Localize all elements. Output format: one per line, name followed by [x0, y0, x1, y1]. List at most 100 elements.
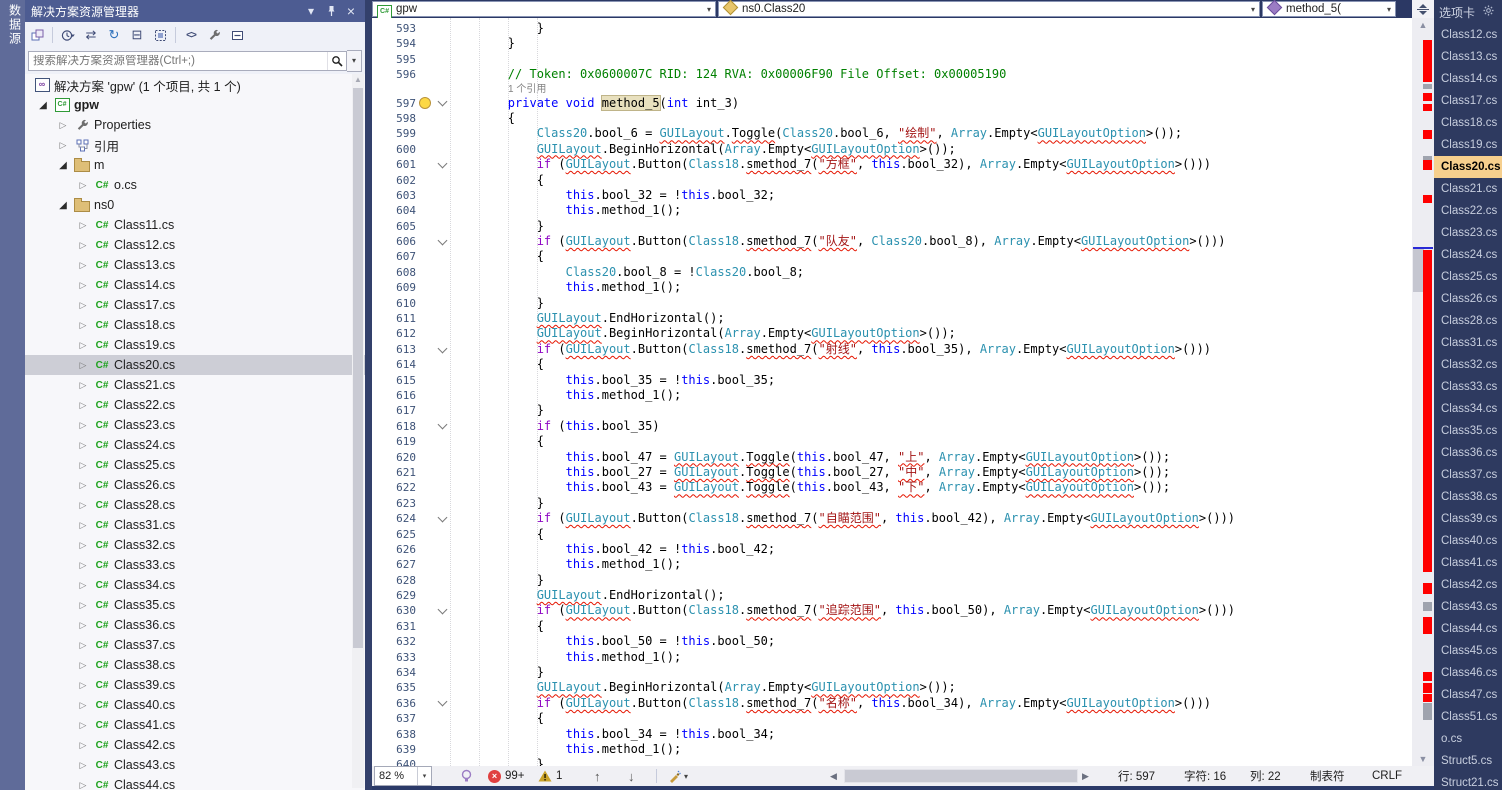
tree-item-class42.cs[interactable]: ▷C#Class42.cs	[25, 735, 365, 755]
status-tab-mode[interactable]: 制表符	[1310, 766, 1345, 786]
preview-selected-items-icon[interactable]	[229, 27, 245, 43]
scroll-down-icon[interactable]: ▼	[1412, 752, 1434, 766]
code-line-620[interactable]: 620 this.bool_47 = GUILayout.Toggle(this…	[372, 450, 1412, 465]
tree-item-class34.cs[interactable]: ▷C#Class34.cs	[25, 575, 365, 595]
scroll-left-icon[interactable]: ◀	[830, 766, 837, 786]
code-line-605[interactable]: 605 }	[372, 219, 1412, 234]
code-line-625[interactable]: 625 {	[372, 527, 1412, 542]
tab-item-class23-cs[interactable]: Class23.cs	[1434, 222, 1502, 244]
code-line-613[interactable]: 613 if (GUILayout.Button(Class18.smethod…	[372, 342, 1412, 357]
code-line-623[interactable]: 623 }	[372, 496, 1412, 511]
collapsed-arrow-icon[interactable]: ▷	[73, 560, 93, 571]
tab-item-struct5-cs[interactable]: Struct5.cs	[1434, 750, 1502, 772]
collapsed-arrow-icon[interactable]: ▷	[73, 620, 93, 631]
code-line-630[interactable]: 630 if (GUILayout.Button(Class18.smethod…	[372, 603, 1412, 618]
code-line-640[interactable]: 640 }	[372, 757, 1412, 766]
tab-item-class12-cs[interactable]: Class12.cs	[1434, 24, 1502, 46]
tab-item-class18-cs[interactable]: Class18.cs	[1434, 112, 1502, 134]
expanded-arrow-icon[interactable]: ◢	[53, 200, 73, 211]
code-line-610[interactable]: 610 }	[372, 296, 1412, 311]
fold-chevron-icon[interactable]	[437, 97, 447, 107]
tab-item-class45-cs[interactable]: Class45.cs	[1434, 640, 1502, 662]
tab-item-class39-cs[interactable]: Class39.cs	[1434, 508, 1502, 530]
chevron-down-icon[interactable]: ▾	[1247, 5, 1255, 14]
collapsed-arrow-icon[interactable]: ▷	[73, 580, 93, 591]
code-line-601[interactable]: 601 if (GUILayout.Button(Class18.smethod…	[372, 157, 1412, 172]
collapsed-arrow-icon[interactable]: ▷	[73, 480, 93, 491]
scroll-up-icon[interactable]: ▲	[352, 74, 364, 86]
collapsed-arrow-icon[interactable]: ▷	[73, 240, 93, 251]
code-line-608[interactable]: 608 Class20.bool_8 = !Class20.bool_8;	[372, 265, 1412, 280]
fold-chevron-icon[interactable]	[437, 420, 447, 430]
tab-item-class13-cs[interactable]: Class13.cs	[1434, 46, 1502, 68]
sync-with-active-document-icon[interactable]: ⇄	[83, 27, 99, 43]
code-line-636[interactable]: 636 if (GUILayout.Button(Class18.smethod…	[372, 696, 1412, 711]
collapsed-arrow-icon[interactable]: ▷	[73, 220, 93, 231]
tree-item-class14.cs[interactable]: ▷C#Class14.cs	[25, 275, 365, 295]
tree-item-class33.cs[interactable]: ▷C#Class33.cs	[25, 555, 365, 575]
fold-chevron-icon[interactable]	[437, 158, 447, 168]
fold-chevron-icon[interactable]	[437, 697, 447, 707]
code-line-596[interactable]: 596 // Token: 0x0600007C RID: 124 RVA: 0…	[372, 67, 1412, 82]
tab-item-struct21-cs[interactable]: Struct21.cs	[1434, 772, 1502, 790]
lightbulb-icon[interactable]	[419, 97, 431, 109]
code-editor[interactable]: 593 }594 }595596 // Token: 0x0600007C RI…	[372, 18, 1412, 766]
code-line-631[interactable]: 631 {	[372, 619, 1412, 634]
tab-item-class25-cs[interactable]: Class25.cs	[1434, 266, 1502, 288]
fold-chevron-icon[interactable]	[437, 343, 447, 353]
tree-item-class36.cs[interactable]: ▷C#Class36.cs	[25, 615, 365, 635]
tree-item-class35.cs[interactable]: ▷C#Class35.cs	[25, 595, 365, 615]
code-line-606[interactable]: 606 if (GUILayout.Button(Class18.smethod…	[372, 234, 1412, 249]
fold-chevron-icon[interactable]	[437, 512, 447, 522]
tree-item-class21.cs[interactable]: ▷C#Class21.cs	[25, 375, 365, 395]
pending-changes-filter-icon[interactable]	[60, 27, 76, 43]
tab-item-class36-cs[interactable]: Class36.cs	[1434, 442, 1502, 464]
collapsed-arrow-icon[interactable]: ▷	[73, 340, 93, 351]
search-icon[interactable]	[327, 52, 346, 70]
expanded-arrow-icon[interactable]: ◢	[53, 160, 73, 171]
code-line-604[interactable]: 604 this.method_1();	[372, 203, 1412, 218]
tab-item-class44-cs[interactable]: Class44.cs	[1434, 618, 1502, 640]
tree-item-class12.cs[interactable]: ▷C#Class12.cs	[25, 235, 365, 255]
tree-item-class44.cs[interactable]: ▷C#Class44.cs	[25, 775, 365, 790]
collapsed-arrow-icon[interactable]: ▷	[73, 520, 93, 531]
collapsed-arrow-icon[interactable]: ▷	[73, 280, 93, 291]
tab-item-class46-cs[interactable]: Class46.cs	[1434, 662, 1502, 684]
tab-item-class37-cs[interactable]: Class37.cs	[1434, 464, 1502, 486]
tab-item-class28-cs[interactable]: Class28.cs	[1434, 310, 1502, 332]
code-line-632[interactable]: 632 this.bool_50 = !this.bool_50;	[372, 634, 1412, 649]
next-issue-icon[interactable]: ↓	[628, 766, 635, 786]
suggestion-bulb-icon[interactable]	[460, 766, 473, 786]
collapsed-arrow-icon[interactable]: ▷	[73, 460, 93, 471]
tree-item-ns0[interactable]: ◢ns0	[25, 195, 365, 215]
switch-views-icon[interactable]	[29, 27, 45, 43]
tab-item-o-cs[interactable]: o.cs	[1434, 728, 1502, 750]
scroll-right-icon[interactable]: ▶	[1082, 766, 1089, 786]
collapsed-arrow-icon[interactable]: ▷	[73, 300, 93, 311]
tab-item-class41-cs[interactable]: Class41.cs	[1434, 552, 1502, 574]
collapse-all-icon[interactable]: ⊟	[129, 27, 145, 43]
tree-item--[interactable]: ▷引用	[25, 135, 365, 155]
collapsed-arrow-icon[interactable]: ▷	[73, 780, 93, 790]
collapsed-arrow-icon[interactable]: ▷	[73, 660, 93, 671]
code-line-607[interactable]: 607 {	[372, 249, 1412, 264]
tab-item-class35-cs[interactable]: Class35.cs	[1434, 420, 1502, 442]
tree-item--gpw-1-1-[interactable]: ∞解决方案 'gpw' (1 个项目, 共 1 个)	[25, 75, 365, 95]
tab-item-class51-cs[interactable]: Class51.cs	[1434, 706, 1502, 728]
code-line-600[interactable]: 600 GUILayout.BeginHorizontal(Array.Empt…	[372, 142, 1412, 157]
tree-item-properties[interactable]: ▷Properties	[25, 115, 365, 135]
tree-item-class39.cs[interactable]: ▷C#Class39.cs	[25, 675, 365, 695]
fold-chevron-icon[interactable]	[437, 605, 447, 615]
refresh-icon[interactable]: ↻	[106, 27, 122, 43]
tab-item-class38-cs[interactable]: Class38.cs	[1434, 486, 1502, 508]
breadcrumb-dropdown-member[interactable]: method_5(▾	[1262, 1, 1396, 17]
tab-item-class31-cs[interactable]: Class31.cs	[1434, 332, 1502, 354]
tree-item-class18.cs[interactable]: ▷C#Class18.cs	[25, 315, 365, 335]
properties-icon[interactable]	[206, 27, 222, 43]
tab-item-class40-cs[interactable]: Class40.cs	[1434, 530, 1502, 552]
tab-item-class14-cs[interactable]: Class14.cs	[1434, 68, 1502, 90]
code-line-597[interactable]: 597 private void method_5(int int_3)	[372, 96, 1412, 111]
scroll-up-icon[interactable]: ▲	[1412, 18, 1434, 32]
tree-item-class43.cs[interactable]: ▷C#Class43.cs	[25, 755, 365, 775]
codelens-references[interactable]: 1 个引用	[372, 83, 1412, 96]
